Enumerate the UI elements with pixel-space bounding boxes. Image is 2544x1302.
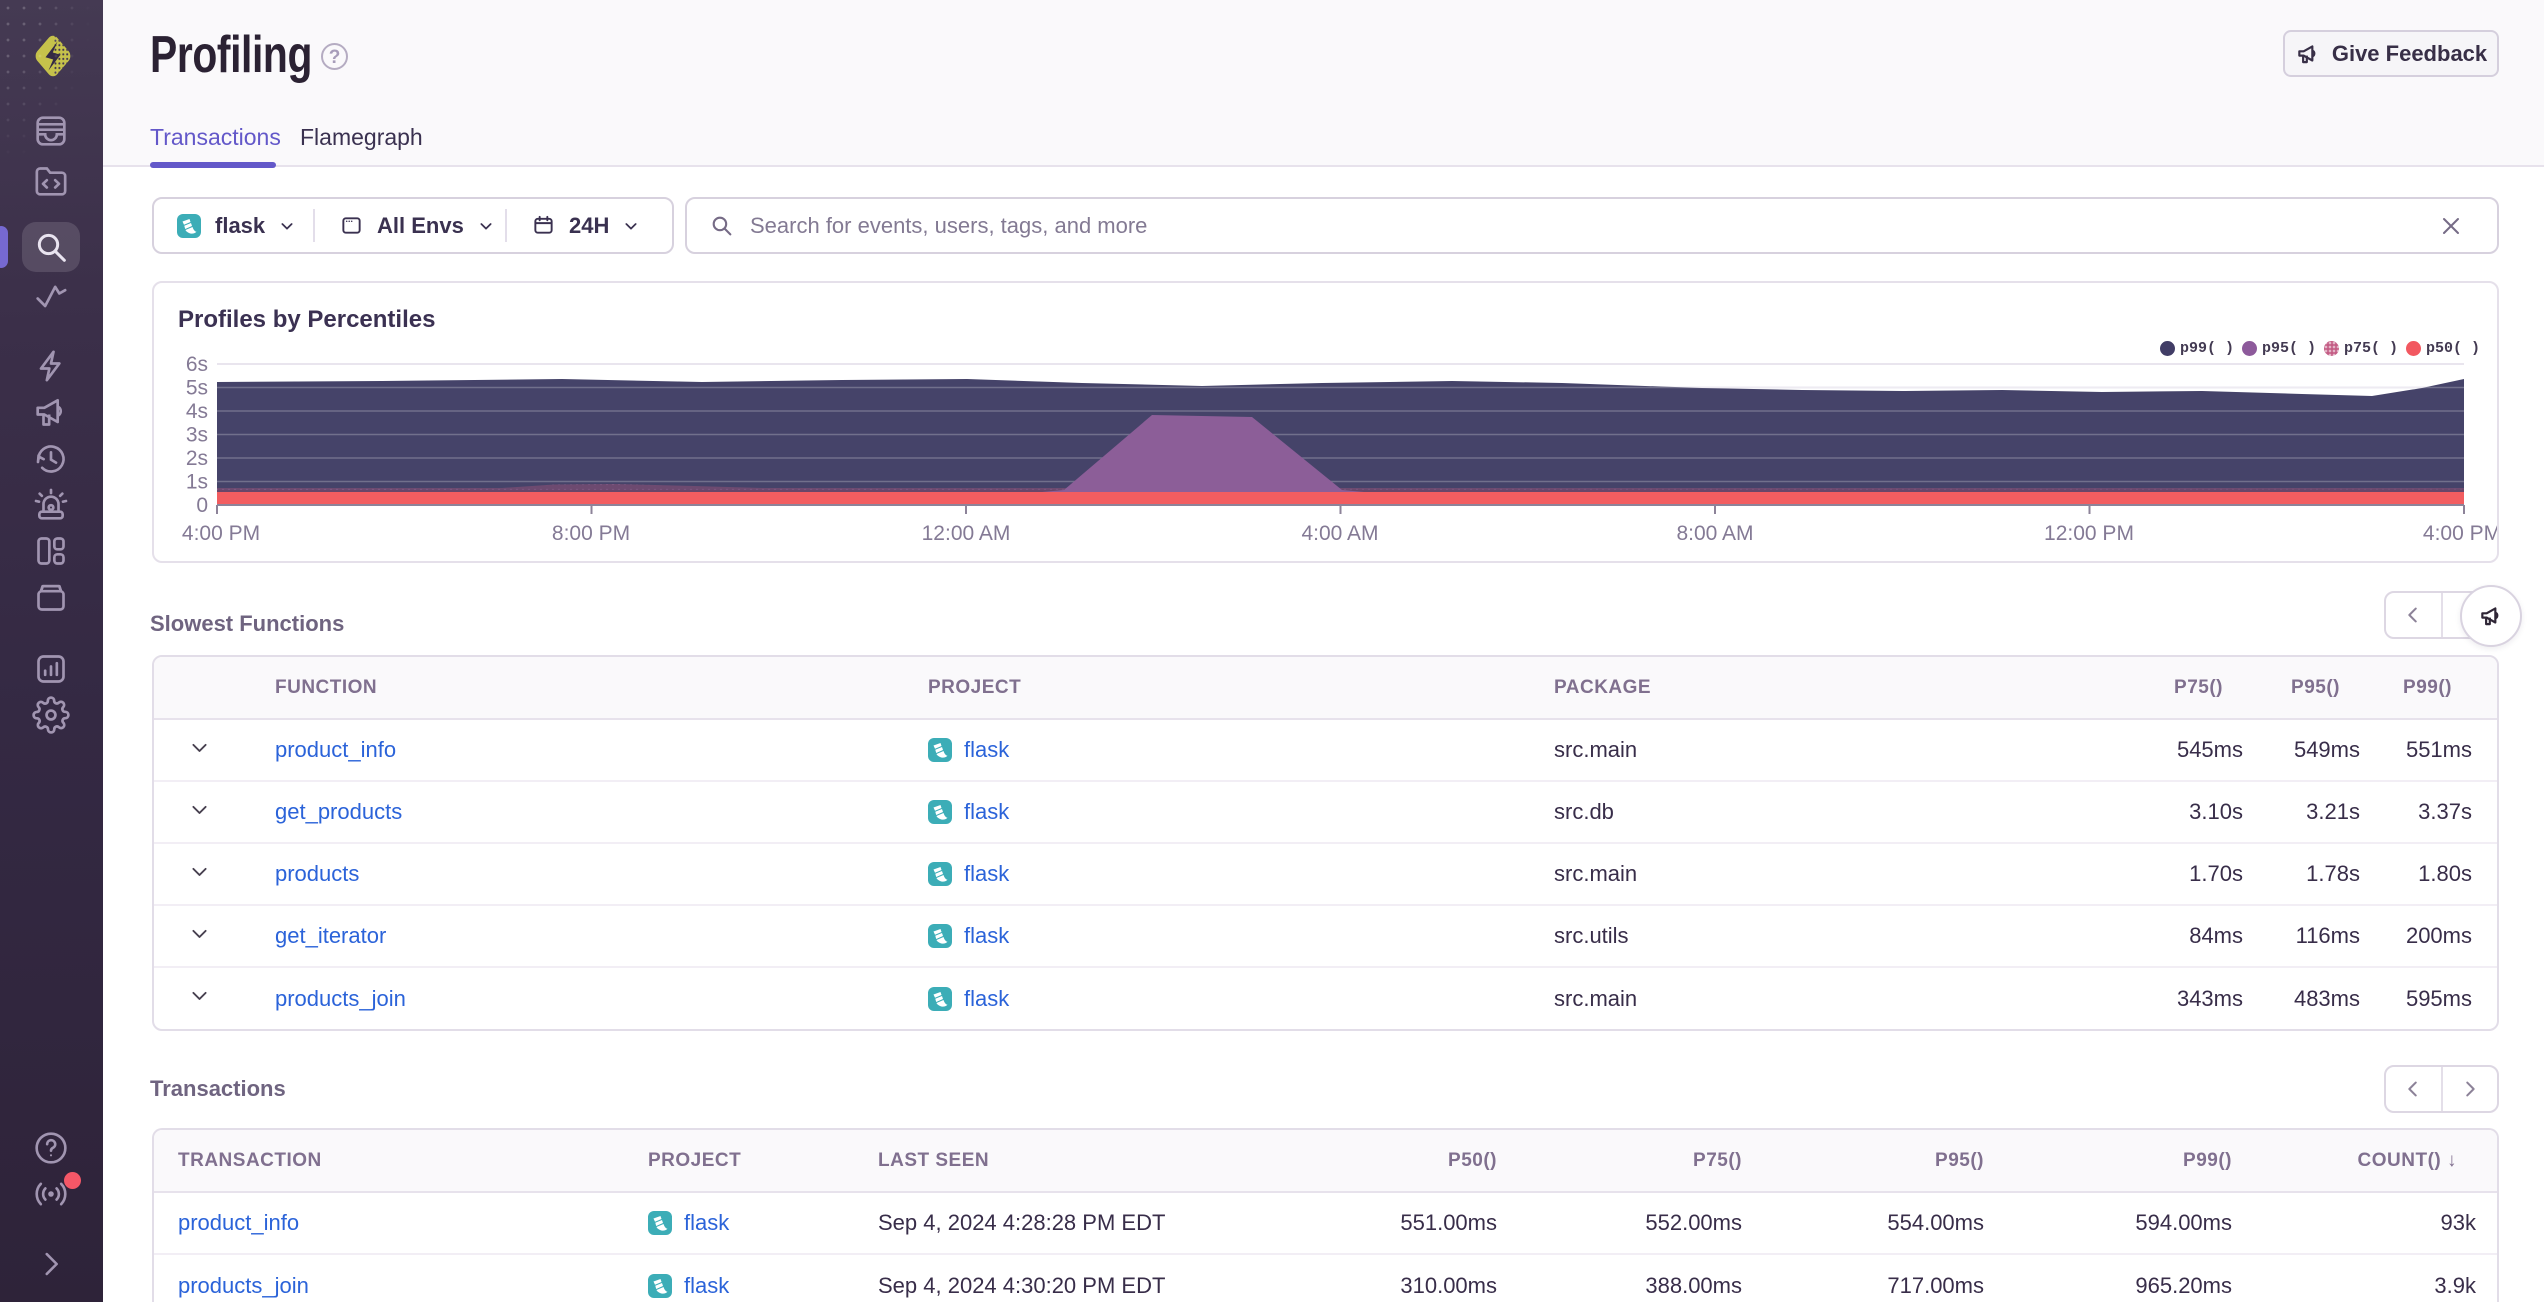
svg-text:4:00 PM: 4:00 PM: [2423, 522, 2497, 545]
svg-text:8:00 AM: 8:00 AM: [1676, 522, 1753, 545]
svg-text:12:00 AM: 12:00 AM: [922, 522, 1011, 545]
svg-text:4s: 4s: [186, 400, 208, 423]
svg-text:8:00 PM: 8:00 PM: [552, 522, 630, 545]
svg-text:4:00 PM: 4:00 PM: [182, 522, 260, 545]
svg-text:0: 0: [196, 494, 208, 517]
svg-text:5s: 5s: [186, 377, 208, 400]
svg-text:12:00 PM: 12:00 PM: [2044, 522, 2134, 545]
svg-text:1s: 1s: [186, 471, 208, 494]
svg-text:2s: 2s: [186, 447, 208, 470]
svg-text:3s: 3s: [186, 424, 208, 447]
svg-text:4:00 AM: 4:00 AM: [1301, 522, 1378, 545]
svg-text:6s: 6s: [186, 353, 208, 376]
